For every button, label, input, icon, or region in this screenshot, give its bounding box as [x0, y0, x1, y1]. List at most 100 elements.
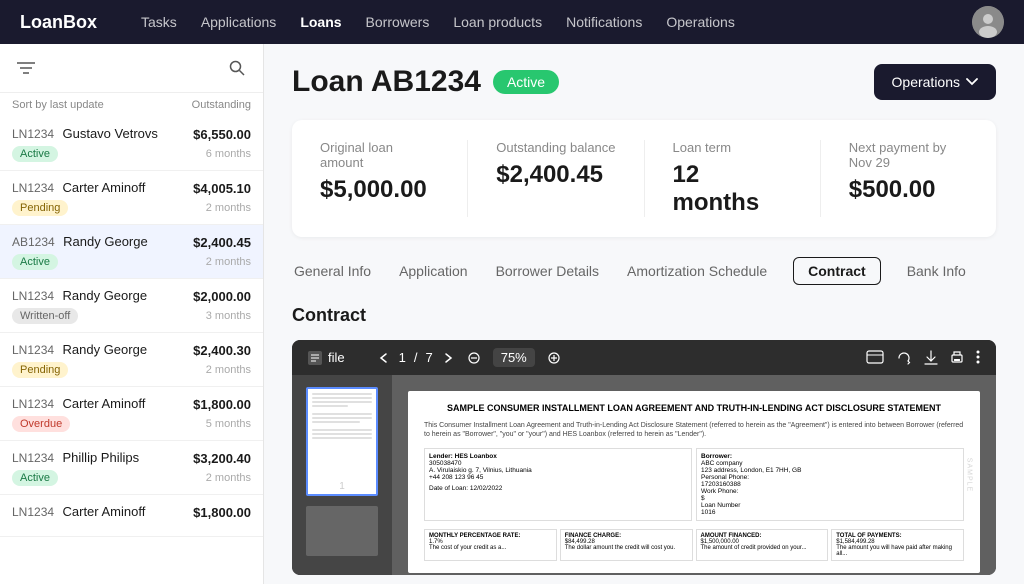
filter-icon[interactable]: [12, 54, 40, 82]
nav-borrowers[interactable]: Borrowers: [366, 14, 430, 30]
tab-general-info[interactable]: General Info: [292, 257, 373, 285]
sidebar-header: [0, 44, 263, 93]
borrower-name: ABC company: [701, 460, 959, 467]
nav-loans[interactable]: Loans: [300, 14, 341, 30]
operations-button[interactable]: Operations: [874, 64, 996, 100]
loan-title: Loan AB1234: [292, 65, 481, 99]
loan-list-item[interactable]: LN1234 Phillip Philips $3,200.40 Active …: [0, 441, 263, 495]
loan-status-badge: Active: [12, 470, 58, 486]
loan-status-badge: Active: [493, 70, 559, 94]
lender-phone: +44 208 123 96 45: [429, 474, 687, 481]
work-phone: $: [701, 495, 959, 502]
nav-tasks[interactable]: Tasks: [141, 14, 177, 30]
outstanding-balance-label: Outstanding balance: [496, 140, 615, 155]
loan-id: LN1234: [12, 505, 54, 519]
loan-list-item[interactable]: AB1234 Randy George $2,400.45 Active 2 m…: [0, 225, 263, 279]
loan-status-badge: Active: [12, 146, 58, 162]
loan-amount: $3,200.40: [193, 451, 251, 466]
monthly-desc: The cost of your credit as a...: [429, 545, 552, 551]
loan-amount: $2,400.30: [193, 343, 251, 358]
original-value: $5,000.00: [320, 176, 439, 204]
avatar[interactable]: [972, 6, 1004, 38]
main-layout: Sort by last update Outstanding LN1234 G…: [0, 44, 1024, 584]
loan-status-badge: Overdue: [12, 416, 70, 432]
loan-amount: $2,400.45: [193, 235, 251, 250]
lender-label: Lender: HES Loanbox: [429, 453, 687, 460]
sort-label: Sort by last update: [12, 99, 104, 111]
contract-section: Contract file: [292, 305, 996, 575]
page-current: 1: [399, 350, 406, 365]
contract-main-wrap: SAMPLE CONSUMER INSTALLMENT LOAN AGREEME…: [392, 375, 996, 575]
page-thumb-2[interactable]: [306, 506, 378, 556]
page-thumb-1[interactable]: 1: [306, 387, 378, 496]
loan-list: LN1234 Gustavo Vetrovs $6,550.00 Active …: [0, 117, 263, 584]
card-term: Loan term 12 months: [645, 140, 821, 217]
next-payment-value: $500.00: [849, 176, 968, 204]
loan-status-badge: [12, 524, 28, 528]
loan-list-item[interactable]: LN1234 Randy George $2,400.30 Pending 2 …: [0, 333, 263, 387]
loan-amount: $4,005.10: [193, 181, 251, 196]
lender-addr: A. Virulaiskio g. 7, Vilnius, Lithuania: [429, 467, 687, 474]
loan-id: LN1234: [12, 397, 54, 411]
brand-logo[interactable]: LoanBox: [20, 12, 97, 33]
page-total: 7: [425, 350, 432, 365]
nav-links: Tasks Applications Loans Borrowers Loan …: [141, 14, 944, 30]
outstanding-label: Outstanding: [192, 99, 251, 111]
contract-toolbar: file 1 / 7: [292, 340, 996, 375]
nav-loan-products[interactable]: Loan products: [453, 14, 542, 30]
tab-bank-info[interactable]: Bank Info: [905, 257, 968, 285]
nav-notifications[interactable]: Notifications: [566, 14, 642, 30]
loan-number-label: Loan Number: [701, 502, 959, 509]
more-icon[interactable]: [976, 350, 980, 364]
navbar: LoanBox Tasks Applications Loans Borrowe…: [0, 0, 1024, 44]
loan-id: LN1234: [12, 289, 54, 303]
loan-list-item[interactable]: LN1234 Carter Aminoff $1,800.00 Overdue …: [0, 387, 263, 441]
file-label-group: file: [308, 350, 345, 365]
loan-time: 3 months: [206, 310, 251, 322]
doc-title: SAMPLE CONSUMER INSTALLMENT LOAN AGREEME…: [424, 403, 964, 415]
loan-title-group: Loan AB1234 Active: [292, 65, 559, 99]
loan-borrower-name: Phillip Philips: [63, 450, 140, 465]
loan-list-item[interactable]: LN1234 Gustavo Vetrovs $6,550.00 Active …: [0, 117, 263, 171]
card-outstanding: Outstanding balance $2,400.45: [468, 140, 644, 217]
total-desc: The amount you will have paid after maki…: [836, 545, 959, 557]
tab-application[interactable]: Application: [397, 257, 470, 285]
loan-amount: $1,800.00: [193, 505, 251, 520]
zoom-out-icon[interactable]: [467, 351, 481, 365]
loan-time: 2 months: [206, 472, 251, 484]
loan-list-item[interactable]: LN1234 Carter Aminoff $4,005.10 Pending …: [0, 171, 263, 225]
summary-cards: Original loan amount $5,000.00 Outstandi…: [292, 120, 996, 237]
doc-intro: This Consumer Installment Loan Agreement…: [424, 421, 964, 441]
search-icon[interactable]: [223, 54, 251, 82]
rotate-icon[interactable]: [896, 350, 912, 366]
tab-contract[interactable]: Contract: [793, 257, 881, 285]
borrower-label: Borrower:: [701, 453, 959, 460]
tab-borrower-details[interactable]: Borrower Details: [494, 257, 601, 285]
loan-borrower-name: Carter Aminoff: [63, 396, 146, 411]
tabs: General Info Application Borrower Details A…: [292, 257, 996, 285]
loan-list-item[interactable]: LN1234 Carter Aminoff $1,800.00: [0, 495, 263, 537]
loan-id: LN1234: [12, 451, 54, 465]
download-icon[interactable]: [924, 350, 938, 366]
loan-amount: $1,800.00: [193, 397, 251, 412]
nav-applications[interactable]: Applications: [201, 14, 277, 30]
contract-section-title: Contract: [292, 305, 996, 326]
next-payment-label: Next payment by Nov 29: [849, 140, 968, 170]
loan-list-item[interactable]: LN1234 Randy George $2,000.00 Written-of…: [0, 279, 263, 333]
expand-icon[interactable]: [866, 350, 884, 364]
zoom-in-icon[interactable]: [547, 351, 561, 365]
tab-amortization-schedule[interactable]: Amortization Schedule: [625, 257, 769, 285]
loan-number: 1016: [701, 509, 959, 516]
loan-time: 2 months: [206, 256, 251, 268]
loan-id: AB1234: [12, 235, 55, 249]
loan-borrower-name: Gustavo Vetrovs: [63, 126, 158, 141]
loan-time: 2 months: [206, 202, 251, 214]
loan-status-badge: Active: [12, 254, 58, 270]
prev-page-icon[interactable]: [377, 351, 391, 365]
print-icon[interactable]: [950, 350, 964, 366]
next-page-icon[interactable]: [441, 351, 455, 365]
loan-time: 5 months: [206, 418, 251, 430]
card-next-payment: Next payment by Nov 29 $500.00: [821, 140, 996, 217]
nav-operations[interactable]: Operations: [666, 14, 734, 30]
loan-borrower-name: Carter Aminoff: [63, 504, 146, 519]
